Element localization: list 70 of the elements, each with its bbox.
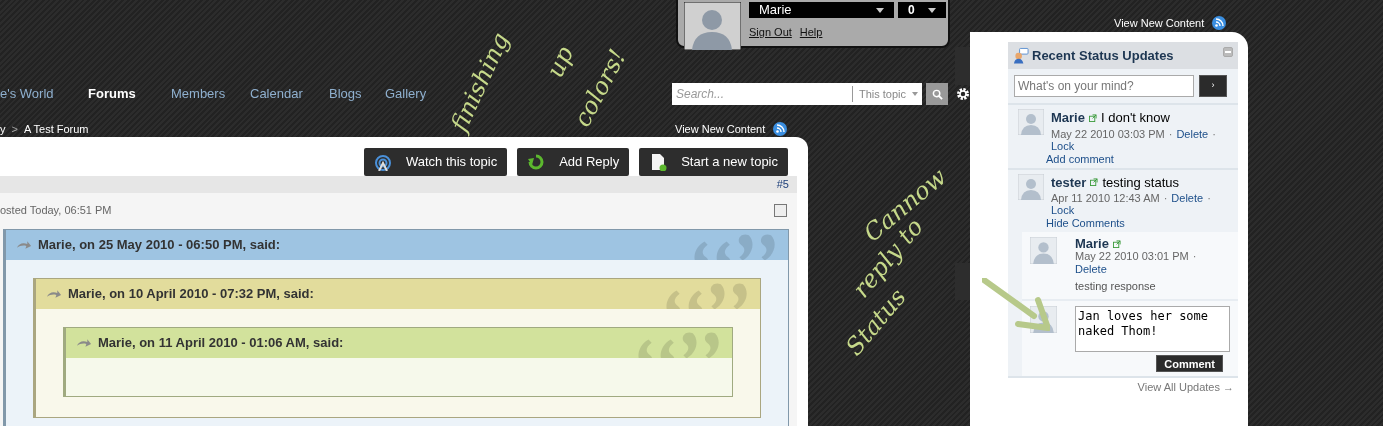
nav-tab[interactable]: Members <box>171 84 226 104</box>
scope-dropdown[interactable]: This topic <box>851 85 922 103</box>
comment-text: testing response <box>1075 279 1157 294</box>
avatar-icon <box>1018 173 1044 200</box>
status-date: Apr 11 2010 12:43 AM <box>1051 192 1160 204</box>
signal-icon <box>373 153 392 171</box>
nav-tab[interactable]: e's World <box>0 84 54 104</box>
status-author-link[interactable]: tester <box>1051 172 1087 192</box>
comment-author-link[interactable]: Marie <box>1075 237 1109 250</box>
comment-toggle-link[interactable]: Hide Comments <box>1008 216 1238 232</box>
status-user-icon <box>1013 47 1029 64</box>
status-action-link[interactable]: Delete <box>1171 192 1204 204</box>
breadcrumb-link[interactable]: y <box>0 121 6 138</box>
status-text: testing status <box>1102 173 1180 192</box>
separator-dot: · <box>1207 192 1211 204</box>
new-document-icon <box>649 153 668 171</box>
status-action-link[interactable]: Delete <box>1075 263 1107 276</box>
status-text: I don't know <box>1100 109 1170 127</box>
topic-button[interactable]: Watch this topic <box>363 148 508 176</box>
comment-toggle-link[interactable]: Add comment <box>1008 151 1238 168</box>
separator-dot: · <box>1163 192 1168 204</box>
user-menu[interactable]: Marie <box>749 2 894 18</box>
status-date: May 22 2010 03:01 PM <box>1075 250 1189 263</box>
search-icon <box>931 88 943 100</box>
nav-tab[interactable]: Forums <box>88 84 136 104</box>
reply-icon <box>527 153 546 171</box>
breadcrumb-link[interactable]: A Test Forum <box>23 121 89 138</box>
user-link[interactable]: Sign Out <box>749 24 792 41</box>
post-date: osted Today, 06:51 PM <box>0 203 112 219</box>
status-action-link[interactable]: Delete <box>1176 127 1209 140</box>
caret-icon <box>876 7 884 13</box>
nav-tab[interactable]: Calendar <box>250 84 303 104</box>
external-link-icon <box>1088 113 1097 122</box>
status-input[interactable]: What's on your mind? <box>1014 75 1194 97</box>
status-action-link[interactable]: Lock <box>1051 139 1075 152</box>
panel-title: Recent Status Updates <box>1032 46 1175 65</box>
separator-dot: · <box>1168 127 1173 140</box>
status-action-link[interactable]: Lock <box>1051 204 1075 216</box>
quote-citation: Marie, on 10 April 2010 - 07:32 PM, said: <box>68 284 314 303</box>
caret-icon <box>912 92 918 96</box>
select-checkbox[interactable] <box>774 204 787 217</box>
status-date: May 22 2010 03:03 PM <box>1051 127 1165 140</box>
topic-button[interactable]: Start a new topic <box>639 148 788 176</box>
separator-dot: · <box>1212 127 1216 140</box>
search-field[interactable]: Search... This topic <box>672 83 922 105</box>
quote-citation: Marie, on 11 April 2010 - 01:06 AM, said: <box>98 333 344 352</box>
nav-tab[interactable]: Gallery <box>385 84 427 104</box>
quote-citation: Marie, on 25 May 2010 - 06:50 PM, said: <box>38 235 281 254</box>
user-link[interactable]: Help <box>799 24 823 41</box>
nav-tab[interactable]: Blogs <box>329 84 362 104</box>
caret-icon <box>928 7 936 13</box>
topic-button[interactable]: Add Reply <box>517 148 630 176</box>
view-new-content-link[interactable]: View New Content <box>675 121 766 138</box>
breadcrumb-separator: > <box>11 122 18 137</box>
status-author-link[interactable]: Marie <box>1051 108 1085 128</box>
avatar-icon <box>1030 237 1057 264</box>
separator-dot: · <box>1192 250 1197 263</box>
comment-input[interactable]: Jan loves her some naked Thom! <box>1075 305 1230 352</box>
rss-icon <box>1212 16 1227 31</box>
external-link-icon <box>1090 178 1099 187</box>
avatar-icon <box>1018 109 1044 135</box>
post-status-button[interactable]: › <box>1199 75 1227 97</box>
collapse-icon <box>1223 47 1233 57</box>
search-button[interactable] <box>926 83 948 105</box>
post-number-link[interactable]: #5 <box>776 176 789 193</box>
comment-button[interactable]: Comment <box>1156 354 1223 372</box>
notification-menu[interactable]: 0 <box>898 2 946 18</box>
external-link-icon <box>1112 239 1121 248</box>
handwritten-note: up <box>542 42 578 82</box>
view-new-content-link[interactable]: View New Content <box>1114 15 1205 32</box>
